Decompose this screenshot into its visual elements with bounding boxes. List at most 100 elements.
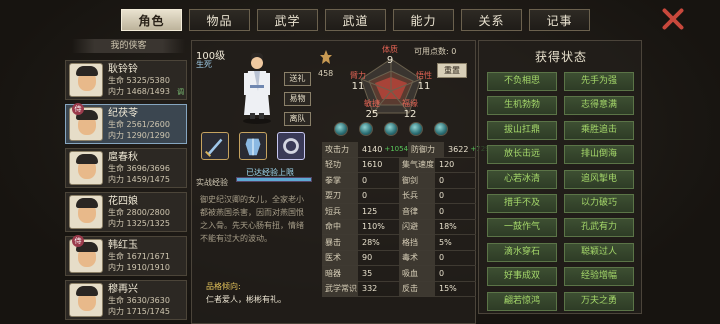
stat-label: 武学常识: [322, 281, 358, 296]
stat-cell: 格挡 5%: [399, 235, 476, 250]
stat-value: 0: [362, 191, 368, 201]
stat-label: 御剑: [399, 173, 435, 188]
status-effect[interactable]: 放长击远: [487, 145, 557, 165]
status-effect[interactable]: 滴水穿石: [487, 242, 557, 262]
trade-button[interactable]: 易物: [284, 92, 311, 106]
hero-mp: 内力 1910/1910: [108, 262, 170, 272]
close-icon[interactable]: [660, 6, 686, 32]
stat-cell: 攻击力 4140 +1054: [322, 142, 408, 157]
hero-card[interactable]: 侍 韩红玉 生命 1671/1671 内力 1910/1910: [65, 235, 187, 276]
tab-character[interactable]: 角色: [121, 9, 182, 31]
stat-label: 吸血: [399, 266, 435, 281]
hero-card[interactable]: 穆再兴 生命 3630/3630 内力 1715/1745: [65, 280, 187, 320]
status-effect[interactable]: 以力破巧: [564, 193, 634, 213]
hero-mp: 内力 1290/1290: [108, 130, 170, 140]
tab-abilities[interactable]: 能力: [393, 9, 454, 31]
tab-martial-way[interactable]: 武道: [325, 9, 386, 31]
stat-label: 毒术: [399, 250, 435, 265]
stat-cell: 集气速度 120: [399, 157, 476, 172]
hero-info: 花四娘 生命 2800/2800 内力 1325/1325: [108, 196, 170, 229]
hero-info: 穆再兴 生命 3630/3630 内力 1715/1745: [108, 284, 170, 317]
hero-list-header: 我的侠客: [72, 39, 185, 53]
exp-fill: [237, 178, 311, 181]
attr-wisdom: 悟性 11: [416, 71, 432, 92]
stat-value: 125: [362, 206, 378, 216]
stat-value: 332: [362, 284, 378, 294]
status-effect[interactable]: 万夫之勇: [564, 291, 634, 311]
available-points: 可用点数: 0: [414, 47, 457, 56]
status-effect[interactable]: 经验增幅: [564, 267, 634, 287]
meridian-orb-icon[interactable]: [359, 122, 373, 136]
stat-cell: 武学常识 332: [322, 281, 399, 296]
status-effect[interactable]: 不负相思: [487, 72, 557, 91]
tab-items[interactable]: 物品: [189, 9, 250, 31]
avatar: [69, 195, 103, 229]
status-effect[interactable]: 生机勃勃: [487, 96, 557, 116]
sword-slot-icon[interactable]: [201, 132, 229, 160]
stat-cell: 医术 90: [322, 250, 399, 265]
stat-value: 0: [439, 206, 445, 216]
status-effect[interactable]: 乘胜追击: [564, 120, 634, 140]
status-effect[interactable]: 好事成双: [487, 267, 557, 287]
stat-bonus: +1054: [384, 145, 409, 154]
meridian-orb-icon[interactable]: [384, 122, 398, 136]
stat-cell: 闪避 18%: [399, 219, 476, 234]
stat-label: 暗器: [322, 266, 358, 281]
hero-info: 韩红玉 生命 1671/1671 内力 1910/1910: [108, 240, 170, 273]
hero-card[interactable]: 扈春秋 生命 3696/3696 内力 1459/1475: [65, 148, 187, 188]
stat-value: 28%: [362, 237, 380, 247]
stat-cell: 拳掌 0: [322, 173, 399, 188]
reset-button[interactable]: 重置: [437, 63, 467, 78]
status-title: 获得状态: [534, 50, 587, 64]
stat-row: 短兵 125 音律 0: [322, 204, 476, 220]
stat-row: 攻击力4140+1054防御力3622+729: [322, 142, 490, 158]
meridian-orb-icon[interactable]: [409, 122, 423, 136]
armor-slot-icon[interactable]: [239, 132, 267, 160]
status-effect[interactable]: 孔武有力: [564, 218, 634, 238]
status-effect[interactable]: 拔山扛鼎: [487, 120, 557, 140]
meridian-orb-icon[interactable]: [434, 122, 448, 136]
status-effect[interactable]: 先手为强: [564, 72, 634, 91]
stat-value: 1610: [362, 160, 383, 170]
stat-label: 医术: [322, 250, 358, 265]
stat-label: 轻功: [322, 157, 358, 172]
stat-row: 耍刀 0 长兵 0: [322, 188, 476, 204]
stat-cell: 音律 0: [399, 204, 476, 219]
status-effect[interactable]: 措手不及: [487, 193, 557, 213]
meridian-orb-icon[interactable]: [334, 122, 348, 136]
hero-card[interactable]: 耿铃铃 生命 5325/5380 内力 1468/1493 调: [65, 60, 187, 100]
tab-martial-arts[interactable]: 武学: [257, 9, 318, 31]
hero-tag: 调: [177, 88, 184, 96]
hero-card[interactable]: 侍 纪茯苓 生命 2561/2600 内力 1290/1290: [65, 103, 187, 144]
stat-value: 0: [439, 268, 445, 278]
status-effect[interactable]: 心若冰清: [487, 169, 557, 189]
status-effect[interactable]: 翩若惊鸿: [487, 291, 557, 311]
status-effect[interactable]: 一鼓作气: [487, 218, 557, 238]
status-effect[interactable]: 聪颖过人: [564, 242, 634, 262]
status-effect[interactable]: 追风掣电: [564, 169, 634, 189]
hero-hp: 生命 1671/1671: [108, 251, 170, 261]
stat-label: 集气速度: [399, 157, 435, 172]
attr-fortune: 福缘 12: [402, 99, 418, 120]
character-state: 生死: [196, 60, 212, 69]
tab-journal[interactable]: 记事: [529, 9, 590, 31]
status-panel: 获得状态 不负相思 先手为强 生机勃勃 志得意满 拔山扛鼎 乘胜追击 放长击远 排山倒海 心若冰…: [478, 40, 642, 314]
status-grid: 不负相思 先手为强 生机勃勃 志得意满 拔山扛鼎 乘胜追击 放长击远 排山倒海 心若冰清 追风掣电…: [487, 72, 634, 311]
ring-slot-icon[interactable]: [277, 132, 305, 160]
hero-hp: 生命 5325/5380: [108, 75, 170, 85]
status-effect[interactable]: 志得意满: [564, 96, 634, 116]
hero-card[interactable]: 花四娘 生命 2800/2800 内力 1325/1325: [65, 192, 187, 232]
stat-value: 35: [362, 268, 373, 278]
gift-button[interactable]: 送礼: [284, 72, 311, 86]
hero-name: 韩红玉: [108, 239, 138, 251]
hero-info: 纪茯苓 生命 2561/2600 内力 1290/1290: [108, 108, 170, 141]
status-effect[interactable]: 排山倒海: [564, 145, 634, 165]
hero-hp: 生命 2800/2800: [108, 207, 170, 217]
stat-value: 0: [439, 175, 445, 185]
tab-relations[interactable]: 关系: [461, 9, 522, 31]
exp-bar: [236, 177, 312, 182]
stat-row: 医术 90 毒术 0: [322, 250, 476, 266]
stat-label: 短兵: [322, 204, 358, 219]
leave-team-button[interactable]: 离队: [284, 112, 311, 126]
hero-mp: 内力 1325/1325: [108, 218, 170, 228]
